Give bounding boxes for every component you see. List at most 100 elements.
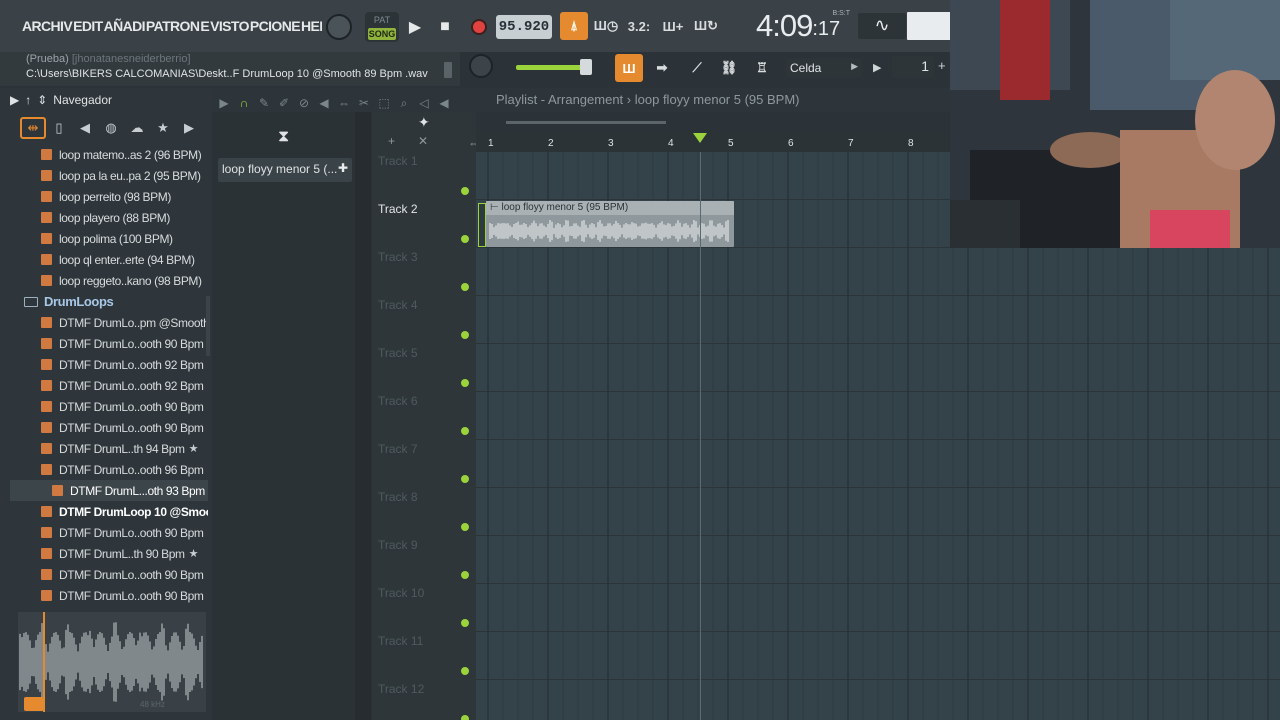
track-mute-led[interactable] bbox=[461, 187, 469, 195]
close-icon[interactable]: ✕ bbox=[418, 134, 428, 148]
track-mute-led[interactable] bbox=[461, 571, 469, 579]
master-pitch-knob[interactable] bbox=[469, 54, 493, 78]
track-mute-led[interactable] bbox=[461, 715, 469, 720]
record-button[interactable] bbox=[465, 13, 493, 41]
browser-file-item[interactable]: loop ql enter..erte (94 BPM) bbox=[10, 249, 208, 270]
menu-tools[interactable]: HERRAMIENTA bbox=[301, 18, 322, 34]
track-name[interactable]: Track 8 bbox=[378, 490, 418, 504]
playlist-horizontal-scroll[interactable] bbox=[484, 114, 954, 130]
slice-icon[interactable]: ✂ bbox=[354, 93, 374, 113]
menu-view[interactable]: VISTO bbox=[210, 18, 249, 34]
browser-file-item[interactable]: DTMF DrumLo..ooth 92 Bpm bbox=[10, 375, 208, 396]
track-mute-led[interactable] bbox=[461, 427, 469, 435]
track-name[interactable]: Track 11 bbox=[378, 634, 423, 648]
menu-add[interactable]: AÑADI bbox=[104, 18, 146, 34]
pin-icon[interactable]: ⇕ bbox=[37, 93, 47, 107]
preview-play-icon[interactable] bbox=[24, 697, 44, 711]
chevron-right-icon[interactable]: ▶ bbox=[10, 93, 19, 107]
hint-scroll-handle[interactable] bbox=[444, 62, 452, 78]
pattern-prev-icon[interactable]: ▶ bbox=[873, 58, 887, 78]
select-icon[interactable]: ⬚ bbox=[374, 93, 394, 113]
browser-file-item[interactable]: loop pa la eu..pa 2 (95 BPM) bbox=[10, 165, 208, 186]
browser-file-item[interactable]: DTMF DrumL..th 94 Bpm ★ bbox=[10, 438, 208, 459]
track-name[interactable]: Track 2 bbox=[378, 202, 418, 216]
browser-file-item[interactable]: DTMF DrumLo..ooth 90 Bpm bbox=[10, 522, 208, 543]
oscilloscope-display[interactable]: ∿ bbox=[858, 13, 906, 39]
browser-file-item[interactable]: DTMF DrumLo..ooth 90 Bpm bbox=[10, 333, 208, 354]
track-name[interactable]: Track 5 bbox=[378, 346, 418, 360]
sample-preview-waveform[interactable] bbox=[18, 612, 206, 712]
track-name[interactable]: Track 1 bbox=[378, 154, 418, 168]
browser-file-item[interactable]: DTMF DrumL...oth 93 Bpm bbox=[10, 480, 208, 501]
browser-file-item[interactable]: loop playero (88 BPM) bbox=[10, 207, 208, 228]
track-name[interactable]: Track 6 bbox=[378, 394, 418, 408]
track-name[interactable]: Track 7 bbox=[378, 442, 418, 456]
slip-icon[interactable]: ⇔ bbox=[334, 93, 354, 113]
browser-file-item[interactable]: loop reggeto..kano (98 BPM) bbox=[10, 270, 208, 291]
clip-start-handle[interactable] bbox=[478, 203, 486, 247]
browser-more-icon[interactable]: ▶ bbox=[176, 117, 202, 139]
master-volume-handle[interactable] bbox=[579, 59, 592, 75]
browser-files-icon[interactable]: ▯ bbox=[46, 117, 72, 139]
chevron-right-icon[interactable]: ▶ bbox=[214, 93, 234, 113]
menu-options[interactable]: PCIONE bbox=[250, 18, 301, 34]
loop-record-button[interactable]: Ш↻ bbox=[692, 12, 720, 40]
browser-file-item[interactable]: DTMF DrumLo..ooth 96 Bpm bbox=[10, 459, 208, 480]
audio-clip[interactable]: ⊢ loop floyy menor 5 (95 BPM) bbox=[486, 201, 734, 247]
stop-button[interactable]: ■ bbox=[431, 13, 459, 41]
typing-keyboard-button[interactable]: Ш bbox=[615, 54, 643, 82]
browser-file-item[interactable]: loop perreito (98 BPM) bbox=[10, 186, 208, 207]
browser-folder[interactable]: DrumLoops bbox=[10, 291, 208, 312]
countdown-button[interactable]: 3.2: bbox=[625, 12, 653, 40]
link-button[interactable]: ⛓ bbox=[715, 54, 743, 82]
snap-selector[interactable]: Celda ▶ bbox=[786, 58, 862, 78]
picker-divider[interactable] bbox=[355, 88, 371, 720]
pat-song-toggle[interactable]: PAT SONG bbox=[365, 12, 399, 42]
track-mute-led[interactable] bbox=[461, 523, 469, 531]
audio-clip-icon[interactable]: ✦ bbox=[418, 114, 430, 131]
picker-clip-item[interactable]: loop floyy menor 5 (... ✚ bbox=[218, 158, 352, 182]
track-mute-led[interactable] bbox=[461, 619, 469, 627]
playback-icon[interactable]: ◁ bbox=[414, 93, 434, 113]
metronome-button[interactable]: ⍋ bbox=[560, 12, 588, 40]
zoom-icon[interactable]: ⌕ bbox=[394, 93, 414, 113]
stamp-button[interactable]: ♖ bbox=[748, 54, 776, 82]
delete-icon[interactable]: ⊘ bbox=[294, 93, 314, 113]
main-pitch-knob[interactable] bbox=[326, 14, 352, 40]
browser-all-icon[interactable]: ⇹ bbox=[20, 117, 46, 139]
browser-file-item[interactable]: loop matemo..as 2 (96 BPM) bbox=[10, 144, 208, 165]
song-time-display[interactable]: 4:09 :17 B:S:T bbox=[756, 6, 852, 44]
arrow-up-icon[interactable]: ↑ bbox=[25, 93, 31, 107]
track-name[interactable]: Track 12 bbox=[378, 682, 424, 696]
track-mute-led[interactable] bbox=[461, 331, 469, 339]
menu-patterns[interactable]: PATRON bbox=[146, 18, 200, 34]
track-name[interactable]: Track 9 bbox=[378, 538, 418, 552]
speaker-icon[interactable]: ◀ bbox=[434, 93, 454, 113]
browser-scrollbar[interactable] bbox=[206, 296, 210, 356]
add-icon[interactable]: + bbox=[388, 134, 395, 148]
scroll-thumb[interactable] bbox=[506, 121, 666, 124]
menu-patterns-e[interactable]: E bbox=[200, 18, 209, 34]
track-name[interactable]: Track 3 bbox=[378, 250, 418, 264]
browser-file-item[interactable]: loop polima (100 BPM) bbox=[10, 228, 208, 249]
playlist-arrow-button[interactable]: ➡ bbox=[648, 54, 676, 82]
track-mute-led[interactable] bbox=[461, 475, 469, 483]
browser-file-item[interactable]: DTMF DrumLo..ooth 90 Bpm bbox=[10, 396, 208, 417]
browser-file-item[interactable]: DTMF DrumLo..ooth 92 Bpm bbox=[10, 354, 208, 375]
browser-star-icon[interactable]: ★ bbox=[150, 117, 176, 139]
browser-file-item[interactable]: DTMF DrumLo..ooth 90 Bpm bbox=[10, 417, 208, 438]
step-edit-button[interactable]: Ш+ bbox=[659, 12, 687, 40]
mute-icon[interactable]: ◀ bbox=[314, 93, 334, 113]
menu-file[interactable]: ARCHIV bbox=[22, 18, 73, 34]
star-icon[interactable]: ★ bbox=[189, 547, 199, 560]
track-mute-led[interactable] bbox=[461, 379, 469, 387]
track-name[interactable]: Track 4 bbox=[378, 298, 418, 312]
pencil-icon[interactable]: ✎ bbox=[254, 93, 274, 113]
draw-tool-button[interactable]: ⟋ bbox=[683, 54, 711, 82]
browser-file-item[interactable]: DTMF DrumL..th 90 Bpm ★ bbox=[10, 543, 208, 564]
master-volume-slider[interactable] bbox=[516, 59, 596, 75]
track-mute-led[interactable] bbox=[461, 235, 469, 243]
track-mute-led[interactable] bbox=[461, 283, 469, 291]
star-icon[interactable]: ★ bbox=[189, 442, 199, 455]
magnet-icon[interactable]: ∩ bbox=[234, 93, 254, 113]
